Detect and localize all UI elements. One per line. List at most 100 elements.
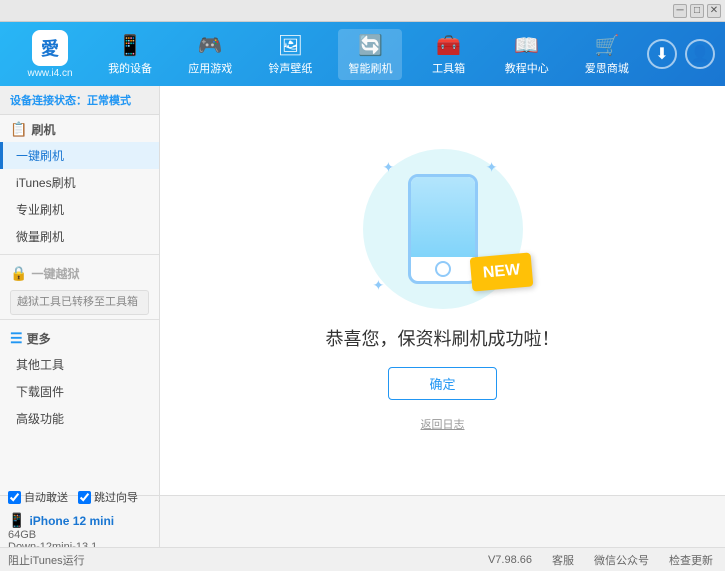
phone-screen (411, 177, 475, 257)
bottom-row2: 阻止iTunes运行 V7.98.66 客服 微信公众号 检查更新 (0, 547, 725, 571)
user-button[interactable]: 👤 (685, 39, 715, 69)
title-bar: ─ □ ✕ (0, 0, 725, 22)
sidebar-item-pro-flash[interactable]: 专业刷机 (0, 196, 159, 223)
skip-guide-label: 跳过向导 (94, 489, 138, 505)
more-section-label: 更多 (27, 330, 51, 347)
sidebar-item-one-click-flash[interactable]: 一键刷机 (0, 142, 159, 169)
toolbox-label: 工具箱 (432, 60, 465, 76)
section-jailbreak: 🔒 一键越狱 (0, 259, 159, 286)
device-storage: 64GB (8, 529, 151, 541)
pro-flash-label: 专业刷机 (16, 203, 64, 217)
auto-send-checkbox[interactable] (8, 491, 21, 504)
main-layout: 设备连接状态：正常模式 📋 刷机 一键刷机 iTunes刷机 专业刷机 微量刷机… (0, 86, 725, 495)
content-area: ✦ ✦ ✦ NEW 恭喜您，保资料刷机成功啦！ 确定 返回日志 (160, 86, 725, 495)
tutorial-label: 教程中心 (505, 60, 549, 76)
sidebar-item-other-tools[interactable]: 其他工具 (0, 351, 159, 378)
sidebar-item-itunes-flash[interactable]: iTunes刷机 (0, 169, 159, 196)
logo-icon: 愛 (32, 30, 68, 66)
jailbreak-note-text: 越狱工具已转移至工具箱 (17, 296, 138, 308)
wallpaper-icon: 🖼 (278, 33, 303, 58)
sparkle-1: ✦ (383, 159, 395, 176)
wechat-link[interactable]: 微信公众号 (594, 552, 649, 568)
nav-items: 📱 我的设备 🎮 应用游戏 🖼 铃声壁纸 🔄 智能刷机 🧰 工具箱 📖 教程中心… (90, 29, 647, 80)
section-more: ☰ 更多 (0, 324, 159, 351)
sparkle-2: ✦ (486, 159, 498, 176)
minimize-button[interactable]: ─ (673, 4, 687, 18)
smart-flash-label: 智能刷机 (348, 60, 392, 76)
divider-1 (0, 254, 159, 255)
status-label: 设备连接状态： (10, 95, 87, 107)
nav-item-tutorial[interactable]: 📖 教程中心 (495, 29, 559, 80)
my-device-icon: 📱 (118, 33, 143, 58)
checkbox-auto-send[interactable]: 自动敢送 (8, 489, 68, 505)
apps-icon: 🎮 (198, 33, 223, 58)
apps-label: 应用游戏 (188, 60, 232, 76)
new-badge: NEW (470, 252, 534, 291)
advanced-label: 高级功能 (16, 412, 64, 426)
sidebar-item-advanced[interactable]: 高级功能 (0, 405, 159, 432)
status-right: V7.98.66 客服 微信公众号 检查更新 (85, 552, 725, 568)
nav-item-apps[interactable]: 🎮 应用游戏 (178, 29, 242, 80)
download-button[interactable]: ⬇ (647, 39, 677, 69)
nav-item-toolbox[interactable]: 🧰 工具箱 (419, 29, 479, 80)
toolbox-icon: 🧰 (436, 33, 461, 58)
divider-2 (0, 319, 159, 320)
download-firmware-label: 下载固件 (16, 385, 64, 399)
skip-guide-checkbox[interactable] (78, 491, 91, 504)
confirm-button[interactable]: 确定 (388, 367, 496, 400)
nav-item-my-device[interactable]: 📱 我的设备 (98, 29, 162, 80)
status-left: 阻止iTunes运行 (0, 552, 85, 568)
device-phone-icon: 📱 (8, 512, 25, 529)
jailbreak-section-label: 一键越狱 (31, 265, 79, 282)
one-click-flash-label: 一键刷机 (16, 149, 64, 163)
nav-item-wallpaper[interactable]: 🖼 铃声壁纸 (258, 29, 322, 80)
status-value: 正常模式 (87, 95, 131, 107)
top-nav: 愛 www.i4.cn 📱 我的设备 🎮 应用游戏 🖼 铃声壁纸 🔄 智能刷机 … (0, 22, 725, 86)
success-text: 恭喜您，保资料刷机成功啦！ (326, 325, 560, 351)
checkbox-row: 自动敢送 跳过向导 (8, 486, 151, 508)
nav-item-mall[interactable]: 🛒 爱思商城 (575, 29, 639, 80)
other-tools-label: 其他工具 (16, 358, 64, 372)
mall-label: 爱思商城 (585, 60, 629, 76)
wallpaper-label: 铃声壁纸 (268, 60, 312, 76)
nav-item-smart-flash[interactable]: 🔄 智能刷机 (338, 29, 402, 80)
update-link[interactable]: 检查更新 (669, 552, 713, 568)
new-badge-text: NEW (482, 261, 521, 281)
logo-text: www.i4.cn (27, 68, 72, 79)
itunes-status: 阻止iTunes运行 (8, 552, 85, 568)
section-flash: 📋 刷机 (0, 115, 159, 142)
bottom-left-panel: 自动敢送 跳过向导 📱 iPhone 12 mini 64GB Down-12m… (0, 496, 160, 547)
flash-section-label: 刷机 (31, 121, 55, 138)
phone-home-button (435, 261, 451, 277)
support-link[interactable]: 客服 (552, 552, 574, 568)
auto-send-label: 自动敢送 (24, 489, 68, 505)
checkbox-skip-guide[interactable]: 跳过向导 (78, 489, 138, 505)
flash-section-icon: 📋 (10, 121, 27, 138)
jailbreak-note: 越狱工具已转移至工具箱 (10, 290, 149, 315)
sidebar: 设备连接状态：正常模式 📋 刷机 一键刷机 iTunes刷机 专业刷机 微量刷机… (0, 86, 160, 495)
phone-body (408, 174, 478, 284)
sparkle-3: ✦ (373, 277, 385, 294)
sidebar-status: 设备连接状态：正常模式 (0, 86, 159, 115)
phone-illustration: ✦ ✦ ✦ NEW (363, 149, 523, 309)
my-device-label: 我的设备 (108, 60, 152, 76)
nav-right: ⬇ 👤 (647, 39, 715, 69)
maximize-button[interactable]: □ (690, 4, 704, 18)
sidebar-item-micro-flash[interactable]: 微量刷机 (0, 223, 159, 250)
logo[interactable]: 愛 www.i4.cn (10, 30, 90, 79)
return-link[interactable]: 返回日志 (421, 416, 465, 432)
more-section-icon: ☰ (10, 330, 23, 347)
close-button[interactable]: ✕ (707, 4, 721, 18)
sidebar-item-download-firmware[interactable]: 下载固件 (0, 378, 159, 405)
hero-area: ✦ ✦ ✦ NEW 恭喜您，保资料刷机成功啦！ 确定 返回日志 (326, 149, 560, 432)
smart-flash-icon: 🔄 (358, 33, 383, 58)
itunes-flash-label: iTunes刷机 (16, 176, 76, 190)
tutorial-icon: 📖 (514, 33, 539, 58)
version-text: V7.98.66 (488, 554, 532, 566)
bottom-main-right (160, 496, 725, 547)
phone-circle-bg: ✦ ✦ ✦ NEW (363, 149, 523, 309)
bottom-row1: 自动敢送 跳过向导 📱 iPhone 12 mini 64GB Down-12m… (0, 495, 725, 547)
bottom-container: 自动敢送 跳过向导 📱 iPhone 12 mini 64GB Down-12m… (0, 495, 725, 571)
device-name: iPhone 12 mini (29, 514, 114, 528)
mall-icon: 🛒 (594, 33, 619, 58)
